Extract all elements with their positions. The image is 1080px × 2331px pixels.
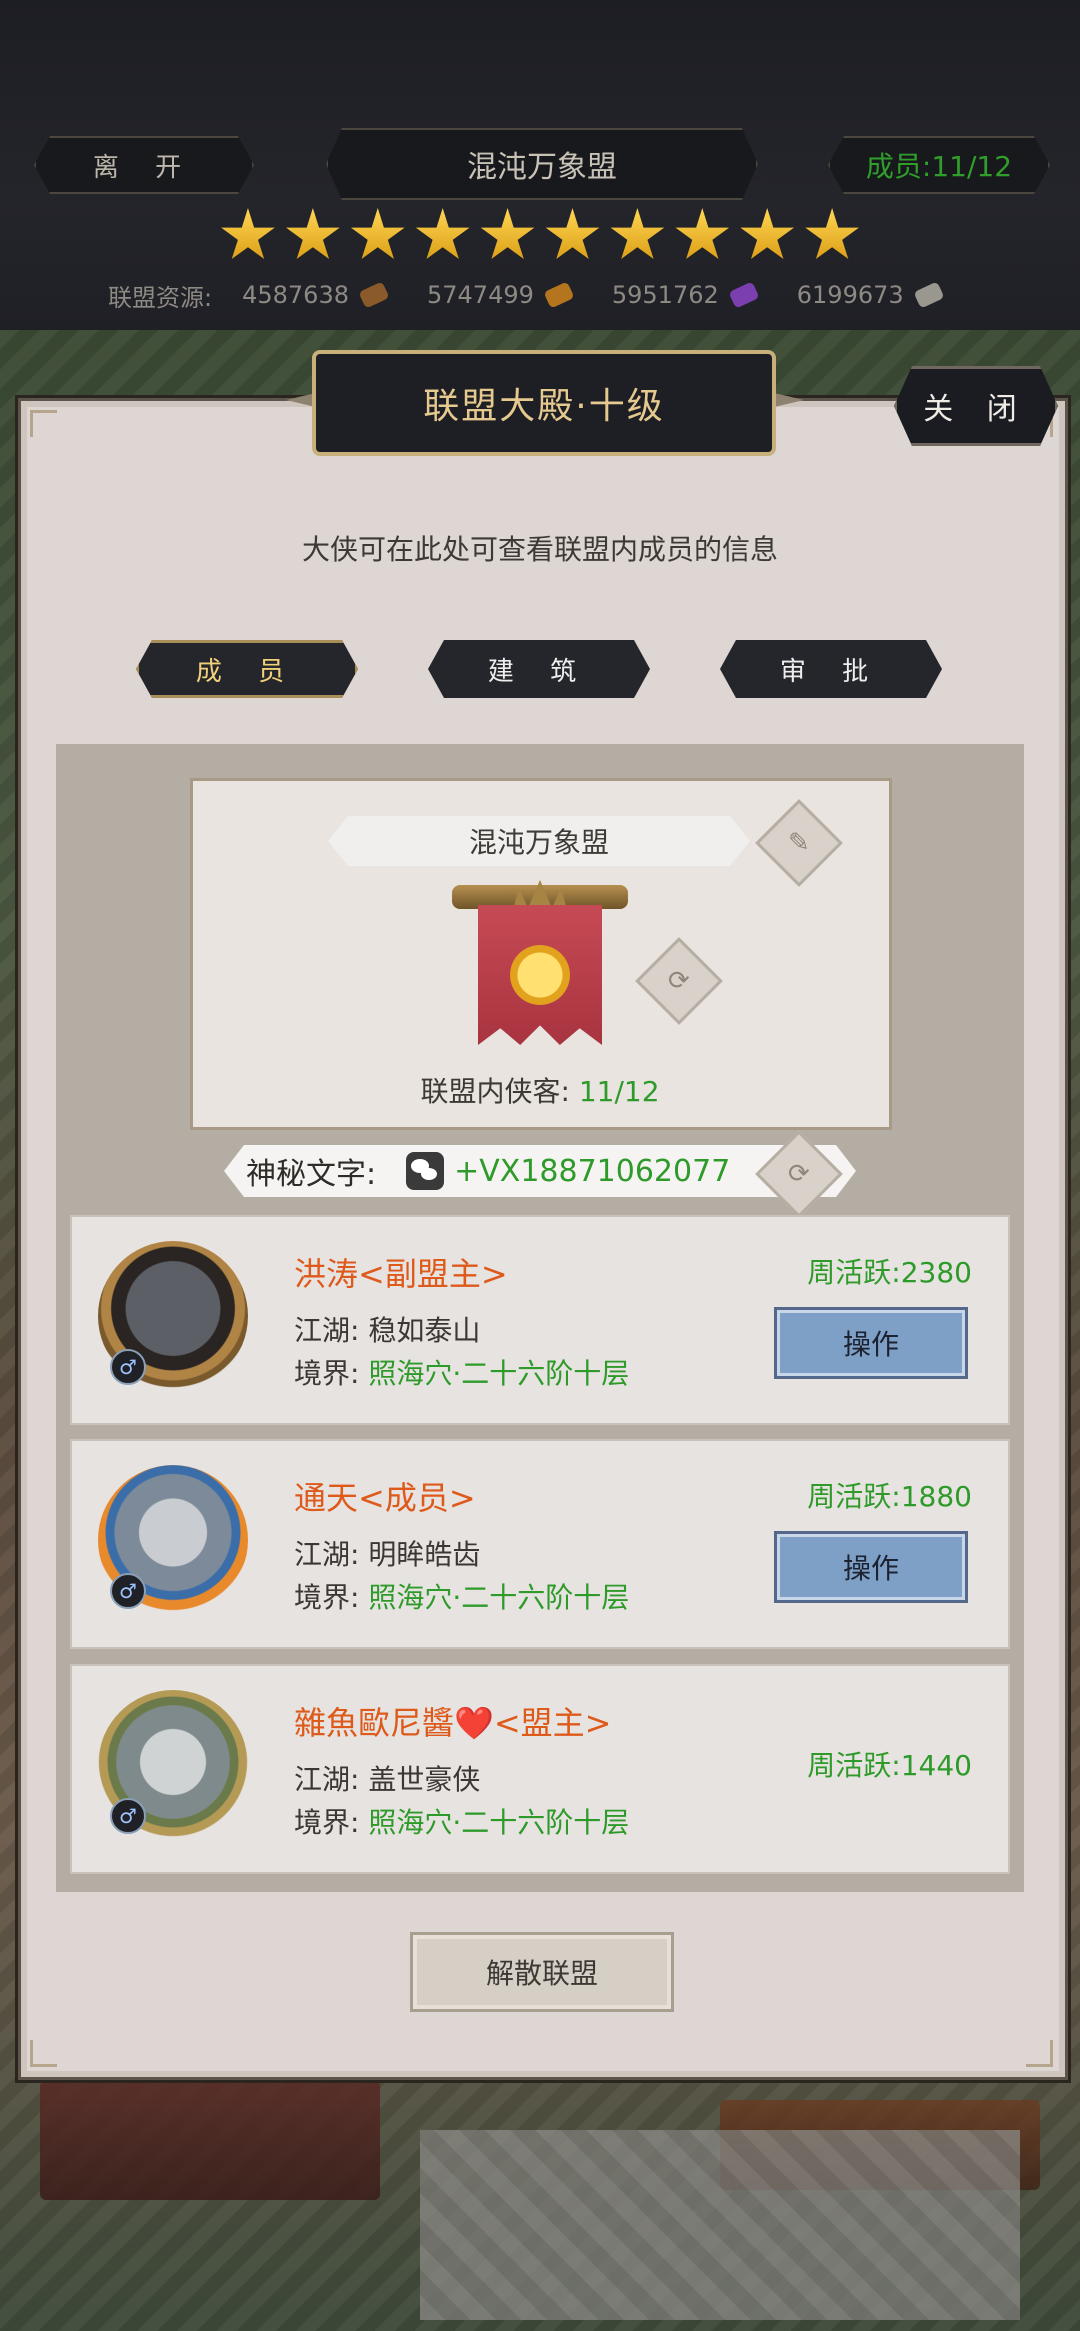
member-action-button[interactable]: 操作 xyxy=(774,1531,968,1603)
realm-value: 照海穴·二十六阶十层 xyxy=(368,1357,630,1390)
weekly-activity: 周活跃:2380 xyxy=(807,1256,972,1289)
background-roof xyxy=(40,2080,380,2200)
male-icon: ♂ xyxy=(110,1798,146,1834)
jianghu-label: 江湖: xyxy=(294,1538,360,1571)
jianghu-value: 明眸皓齿 xyxy=(368,1538,481,1571)
jianghu-label: 江湖: xyxy=(294,1763,360,1796)
realm-value: 照海穴·二十六阶十层 xyxy=(368,1806,630,1839)
grain-icon xyxy=(543,281,575,309)
close-button[interactable]: 关 闭 xyxy=(894,366,1058,446)
panel-corner-ornament xyxy=(30,410,57,437)
panel-description: 大侠可在此处可查看联盟内成员的信息 xyxy=(301,533,778,566)
star-icon xyxy=(286,208,340,259)
member-row: ♂ 通天<成员> 江湖: 明眸皓齿 境界: 照海穴·二十六阶十层 周活跃:188… xyxy=(70,1439,1010,1649)
alliance-name-header: 混沌万象盟 xyxy=(326,128,758,200)
star-icon xyxy=(740,208,795,259)
sun-emblem-icon xyxy=(505,940,575,1010)
crystal-icon xyxy=(728,281,760,309)
disband-alliance-button[interactable]: 解散联盟 xyxy=(410,1932,674,2012)
alliance-resources: 联盟资源: 4587638 5747499 5951762 6199673 xyxy=(108,277,982,313)
secret-label: 神秘文字: xyxy=(246,1157,377,1192)
alliance-rating-stars xyxy=(220,208,860,264)
star-icon xyxy=(805,208,859,259)
resource-item: 4587638 xyxy=(242,281,390,309)
resource-value: 5747499 xyxy=(426,281,534,309)
resource-item: 6199673 xyxy=(796,281,945,309)
realm-label: 境界: xyxy=(294,1581,360,1614)
secret-value: +VX18871062077 xyxy=(454,1153,731,1189)
member-jianghu: 江湖: 稳如泰山 xyxy=(294,1309,480,1349)
iron-icon xyxy=(913,281,945,309)
member-jianghu: 江湖: 盖世豪侠 xyxy=(294,1758,480,1798)
pen-icon: ✎ xyxy=(788,827,810,858)
resource-value: 5951762 xyxy=(611,281,719,309)
alliance-name-banner: 混沌万象盟 xyxy=(328,816,750,866)
jianghu-value: 盖世豪侠 xyxy=(368,1763,481,1796)
member-realm: 境界: 照海穴·二十六阶十层 xyxy=(294,1801,629,1841)
jianghu-label: 江湖: xyxy=(294,1314,360,1347)
resource-item: 5951762 xyxy=(611,281,760,309)
resource-value: 4587638 xyxy=(242,281,349,309)
member-jianghu: 江湖: 明眸皓齿 xyxy=(294,1533,480,1573)
star-icon xyxy=(415,208,470,259)
jianghu-value: 稳如泰山 xyxy=(368,1314,481,1347)
star-icon xyxy=(480,208,535,259)
member-count: 成员:11/12 xyxy=(828,136,1050,194)
member-action-button[interactable]: 操作 xyxy=(774,1307,968,1379)
member-name: 洪涛<副盟主> xyxy=(294,1255,508,1293)
male-icon: ♂ xyxy=(110,1349,146,1385)
star-icon xyxy=(221,208,275,259)
male-icon: ♂ xyxy=(110,1573,146,1609)
realm-label: 境界: xyxy=(294,1357,360,1390)
star-icon xyxy=(610,208,665,259)
resource-item: 5747499 xyxy=(426,281,575,309)
member-name: 通天<成员> xyxy=(294,1479,476,1517)
tab-approval[interactable]: 审 批 xyxy=(720,640,942,698)
roster-count: 联盟内侠客: 11/12 xyxy=(0,1070,1080,1110)
tab-members[interactable]: 成 员 xyxy=(136,640,358,698)
realm-value: 照海穴·二十六阶十层 xyxy=(368,1581,630,1614)
wechat-icon xyxy=(406,1152,444,1190)
refresh-icon: ⟳ xyxy=(668,965,690,996)
member-name: 雜魚歐尼醬❤️<盟主> xyxy=(294,1704,612,1742)
member-realm: 境界: 照海穴·二十六阶十层 xyxy=(294,1576,629,1616)
weekly-activity: 周活跃:1880 xyxy=(807,1480,972,1513)
realm-label: 境界: xyxy=(294,1806,360,1839)
resources-label: 联盟资源: xyxy=(108,283,213,312)
tab-buildings[interactable]: 建 筑 xyxy=(428,640,650,698)
star-icon xyxy=(675,208,730,259)
roster-label: 联盟内侠客: xyxy=(420,1075,570,1108)
leave-button[interactable]: 离 开 xyxy=(34,136,254,194)
resource-value: 6199673 xyxy=(796,281,904,309)
background-courtyard xyxy=(420,2130,1020,2320)
member-row: ♂ 洪涛<副盟主> 江湖: 稳如泰山 境界: 照海穴·二十六阶十层 周活跃:23… xyxy=(70,1215,1010,1425)
wood-icon xyxy=(358,281,390,309)
roster-value: 11/12 xyxy=(578,1075,660,1108)
weekly-activity: 周活跃:1440 xyxy=(807,1749,972,1782)
member-realm: 境界: 照海穴·二十六阶十层 xyxy=(294,1352,629,1392)
star-icon xyxy=(350,208,405,259)
panel-corner-ornament xyxy=(30,2040,57,2067)
refresh-icon: ⟳ xyxy=(788,1158,810,1189)
member-row: ♂ 雜魚歐尼醬❤️<盟主> 江湖: 盖世豪侠 境界: 照海穴·二十六阶十层 周活… xyxy=(70,1664,1010,1874)
panel-corner-ornament xyxy=(1026,2040,1053,2067)
panel-title: 联盟大殿·十级 xyxy=(312,350,776,456)
star-icon xyxy=(545,208,600,259)
